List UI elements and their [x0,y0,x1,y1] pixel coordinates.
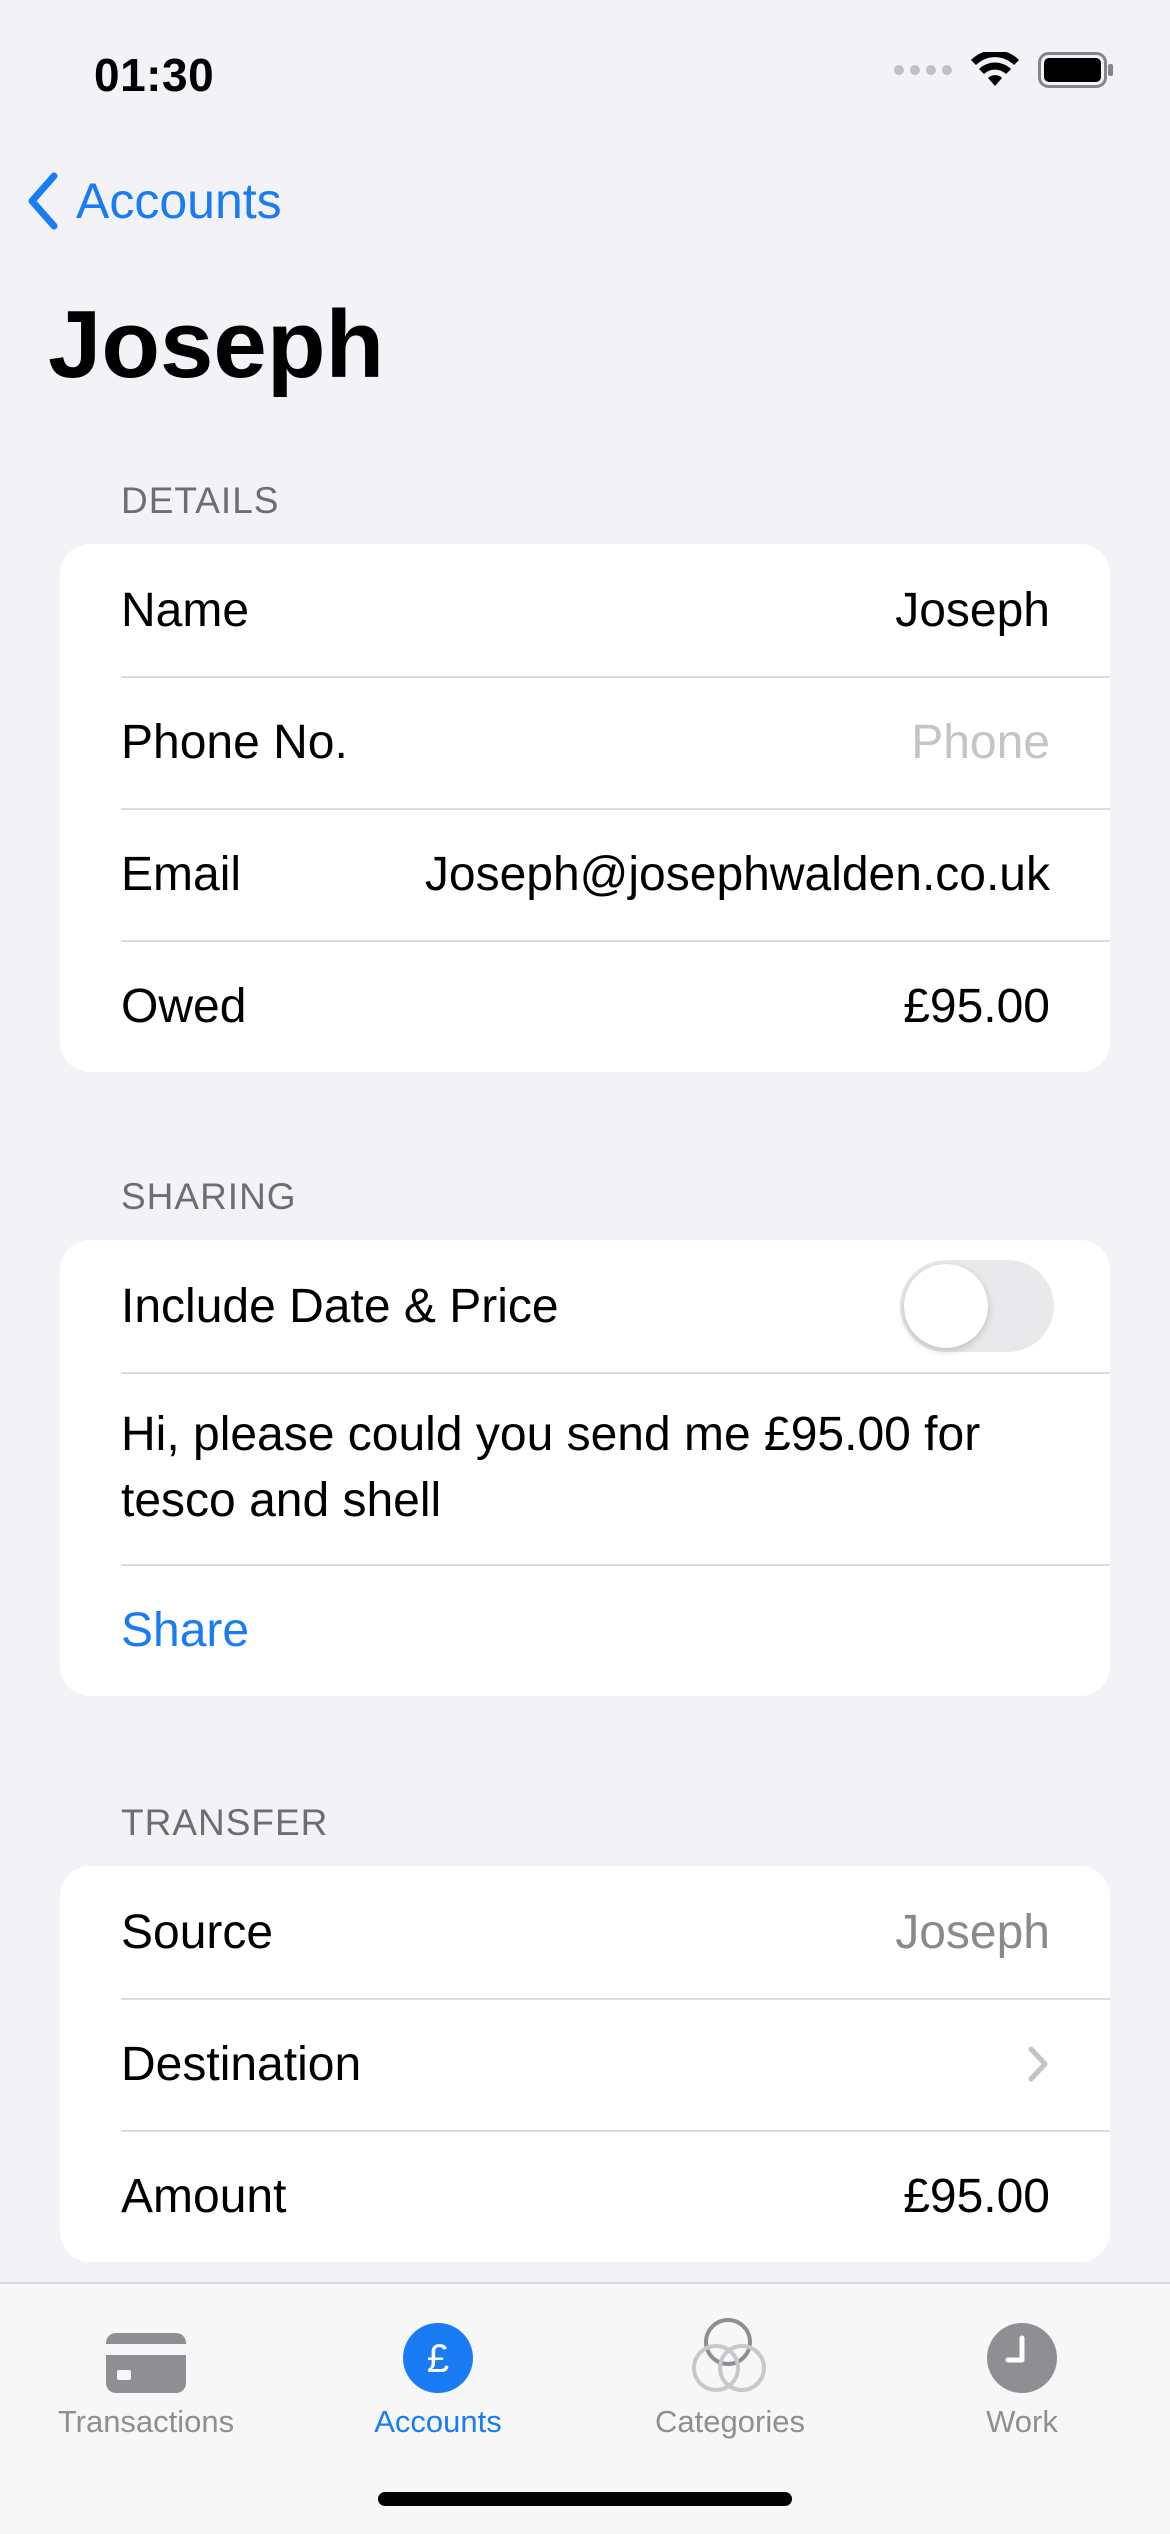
phone-label: Phone No. [121,715,348,769]
destination-label: Destination [121,2037,362,2091]
owed-label: Owed [121,979,247,1033]
cellular-signal-icon [894,65,952,75]
email-field[interactable]: Joseph@josephwalden.co.uk [425,847,1050,902]
sharing-card: Include Date & Price Hi, please could yo… [60,1240,1110,1696]
owed-value: £95.00 [903,979,1050,1033]
source-label: Source [121,1905,274,1959]
credit-card-icon [106,2333,186,2393]
share-message-text: Hi, please could you send me £95.00 for … [121,1408,981,1527]
tab-categories-label: Categories [655,2404,805,2439]
tab-transactions-label: Transactions [57,2404,235,2439]
back-button[interactable]: Accounts [26,172,282,230]
destination-row[interactable]: Destination [60,1998,1110,2130]
include-date-price-row: Include Date & Price [60,1240,1110,1372]
page-title: Joseph [48,291,385,398]
tab-categories[interactable]: Categories [584,2284,876,2440]
include-date-price-label: Include Date & Price [121,1279,559,1333]
share-button-label: Share [121,1603,250,1657]
email-label: Email [121,847,242,901]
toggle-knob [904,1264,988,1348]
back-button-label: Accounts [76,173,282,229]
wifi-icon [971,52,1019,86]
share-button[interactable]: Share [60,1564,1110,1696]
phone-field[interactable]: Phone [911,715,1050,770]
source-row[interactable]: Source Joseph [60,1866,1110,1998]
name-label: Name [121,583,250,637]
details-section-header: DETAILS [121,480,280,521]
circles-icon [692,2318,766,2392]
status-time: 01:30 [94,49,215,101]
amount-value[interactable]: £95.00 [903,2169,1050,2224]
share-message-row: Hi, please could you send me £95.00 for … [60,1372,1110,1564]
phone-row[interactable]: Phone No. Phone [60,676,1110,808]
home-indicator[interactable] [378,2492,792,2506]
sharing-section-header: SHARING [121,1176,297,1217]
details-card: Name Joseph Phone No. Phone Email Joseph… [60,544,1110,1072]
battery-icon [1038,52,1113,88]
include-date-price-toggle[interactable] [900,1260,1054,1352]
status-indicators [894,52,1114,88]
tab-transactions[interactable]: Transactions [0,2284,292,2440]
email-row[interactable]: Email Joseph@josephwalden.co.uk [60,808,1110,940]
chevron-right-icon [1028,2046,1048,2082]
source-value: Joseph [895,1905,1050,1959]
tab-work-label: Work [986,2404,1058,2439]
name-value[interactable]: Joseph [895,583,1050,638]
name-row[interactable]: Name Joseph [60,544,1110,676]
amount-label: Amount [121,2169,287,2223]
tab-accounts-label: Accounts [374,2404,502,2439]
chevron-left-icon [28,172,58,230]
amount-row[interactable]: Amount £95.00 [60,2130,1110,2262]
transfer-card: Source Joseph Destination Amount £95.00 [60,1866,1110,2262]
clock-icon [987,2323,1057,2393]
svg-text:£: £ [427,2337,449,2381]
owed-row: Owed £95.00 [60,940,1110,1072]
tab-accounts[interactable]: £ Accounts [292,2284,584,2440]
tab-work[interactable]: Work [876,2284,1168,2440]
pound-circle-icon: £ [403,2323,473,2393]
transfer-section-header: TRANSFER [121,1802,329,1843]
